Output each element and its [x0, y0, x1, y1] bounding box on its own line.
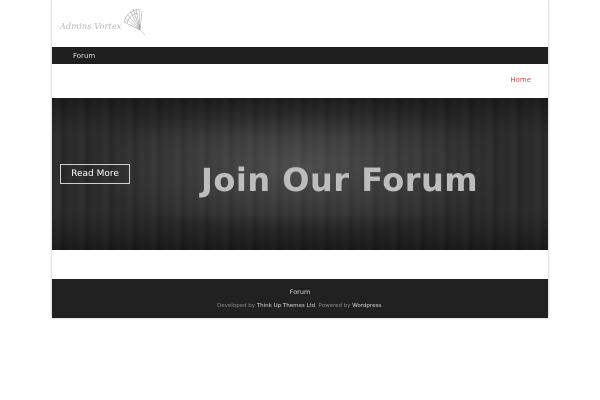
hero-slider: Read More Join Our Forum: [52, 98, 548, 250]
site-header: Admins Vortex: [52, 0, 548, 47]
page-container: Admins Vortex Forum Home Read More Join …: [52, 0, 548, 318]
site-logo[interactable]: Admins Vortex: [60, 8, 148, 36]
radial-fan-icon: [123, 8, 145, 36]
nav-item-forum[interactable]: Forum: [73, 52, 95, 60]
developer-link[interactable]: Think Up Themes Ltd: [257, 303, 315, 309]
credits-end: .: [381, 303, 383, 309]
logo-text: Admins Vortex: [60, 21, 122, 31]
breadcrumb: Home: [52, 64, 548, 98]
footer-credits: Developed by Think Up Themes Ltd. Powere…: [52, 303, 548, 309]
breadcrumb-home-link[interactable]: Home: [510, 76, 531, 84]
credits-developed-by: Developed by: [217, 303, 257, 309]
footer-nav-forum[interactable]: Forum: [52, 288, 548, 296]
hero-title: Join Our Forum: [201, 161, 479, 199]
credits-powered-by: . Powered by: [315, 303, 353, 309]
platform-link[interactable]: Wordpress: [352, 303, 381, 309]
top-navigation-bar: Forum: [52, 47, 548, 64]
site-footer: Forum Developed by Think Up Themes Ltd. …: [52, 279, 548, 318]
read-more-button[interactable]: Read More: [60, 164, 130, 184]
